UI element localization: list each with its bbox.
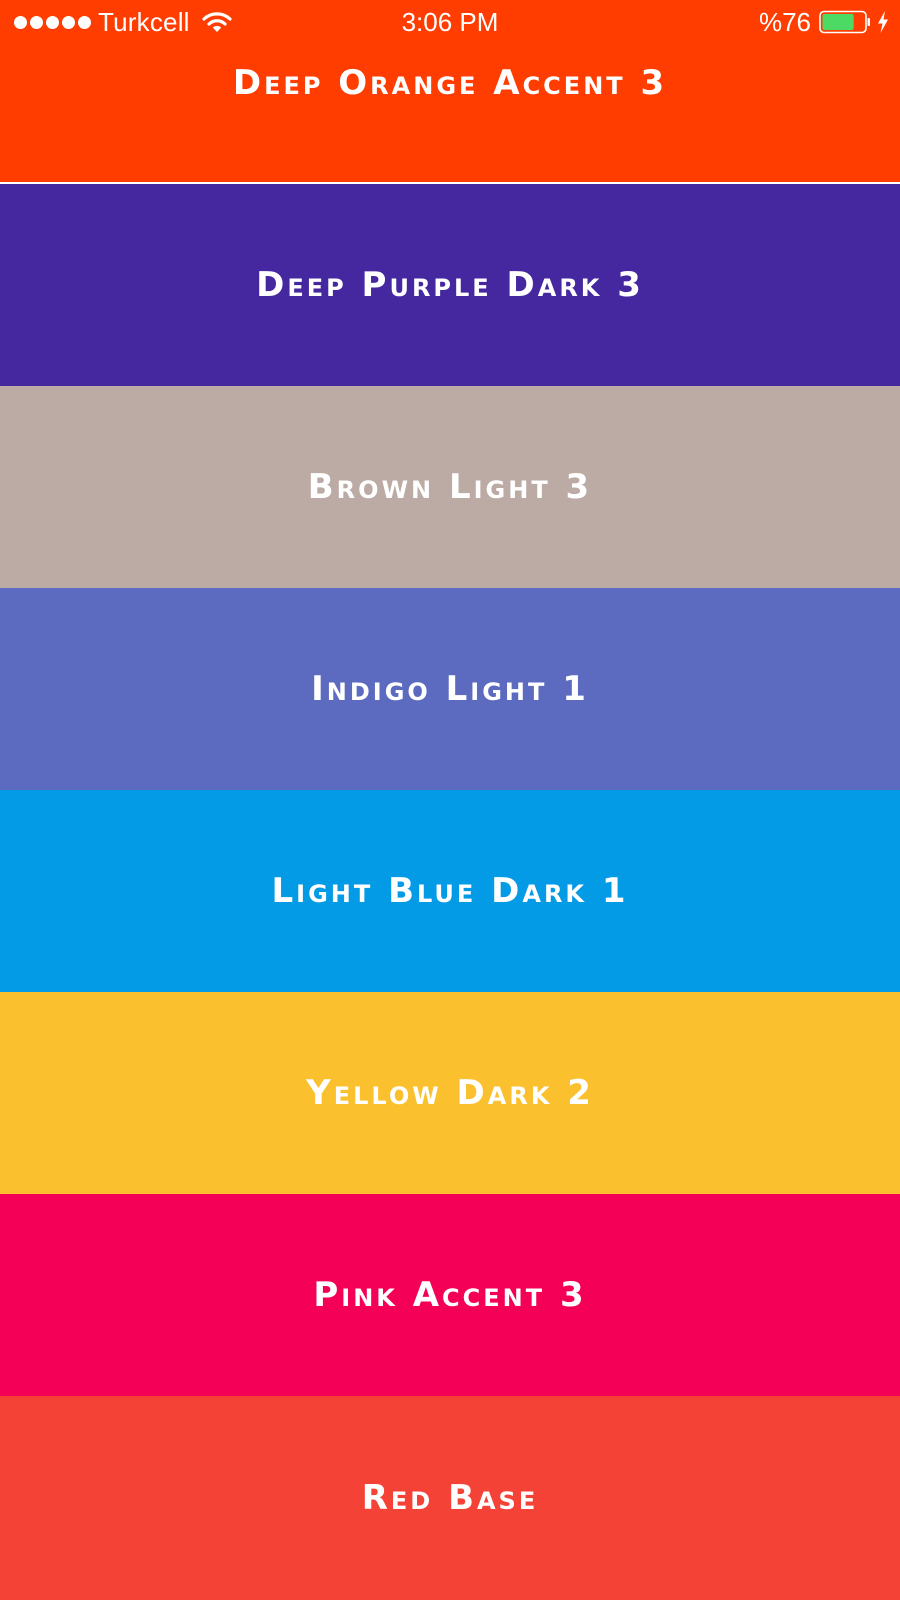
swatch-label: Red Base xyxy=(361,1478,539,1518)
color-swatch-deep-purple-dark-3[interactable]: Deep Purple Dark 3 xyxy=(0,184,900,386)
swatch-label: Deep Orange Accent 3 xyxy=(232,63,668,103)
color-swatch-red-base[interactable]: Red Base xyxy=(0,1396,900,1600)
status-bar-right: %76 xyxy=(759,6,890,38)
charging-bolt-icon xyxy=(878,11,888,33)
color-swatch-indigo-light-1[interactable]: Indigo Light 1 xyxy=(0,588,900,790)
swatch-label: Brown Light 3 xyxy=(307,467,593,507)
swatch-label: Deep Purple Dark 3 xyxy=(256,265,644,305)
color-swatch-pink-accent-3[interactable]: Pink Accent 3 xyxy=(0,1194,900,1396)
color-swatch-light-blue-dark-1[interactable]: Light Blue Dark 1 xyxy=(0,790,900,992)
battery-icon xyxy=(819,10,870,34)
swatch-label: Indigo Light 1 xyxy=(311,669,589,709)
battery-percentage: %76 xyxy=(758,6,811,37)
screen: Deep Orange Accent 3 Deep Purple Dark 3 … xyxy=(0,0,900,1600)
color-swatch-brown-light-3[interactable]: Brown Light 3 xyxy=(0,386,900,588)
color-swatch-yellow-dark-2[interactable]: Yellow Dark 2 xyxy=(0,992,900,1194)
swatch-label: Light Blue Dark 1 xyxy=(271,871,629,911)
swatch-label: Yellow Dark 2 xyxy=(306,1073,594,1113)
swatch-label: Pink Accent 3 xyxy=(313,1275,587,1315)
status-bar: Turkcell 3:06 PM %76 xyxy=(0,0,900,44)
color-list: Deep Orange Accent 3 Deep Purple Dark 3 … xyxy=(0,0,900,1600)
